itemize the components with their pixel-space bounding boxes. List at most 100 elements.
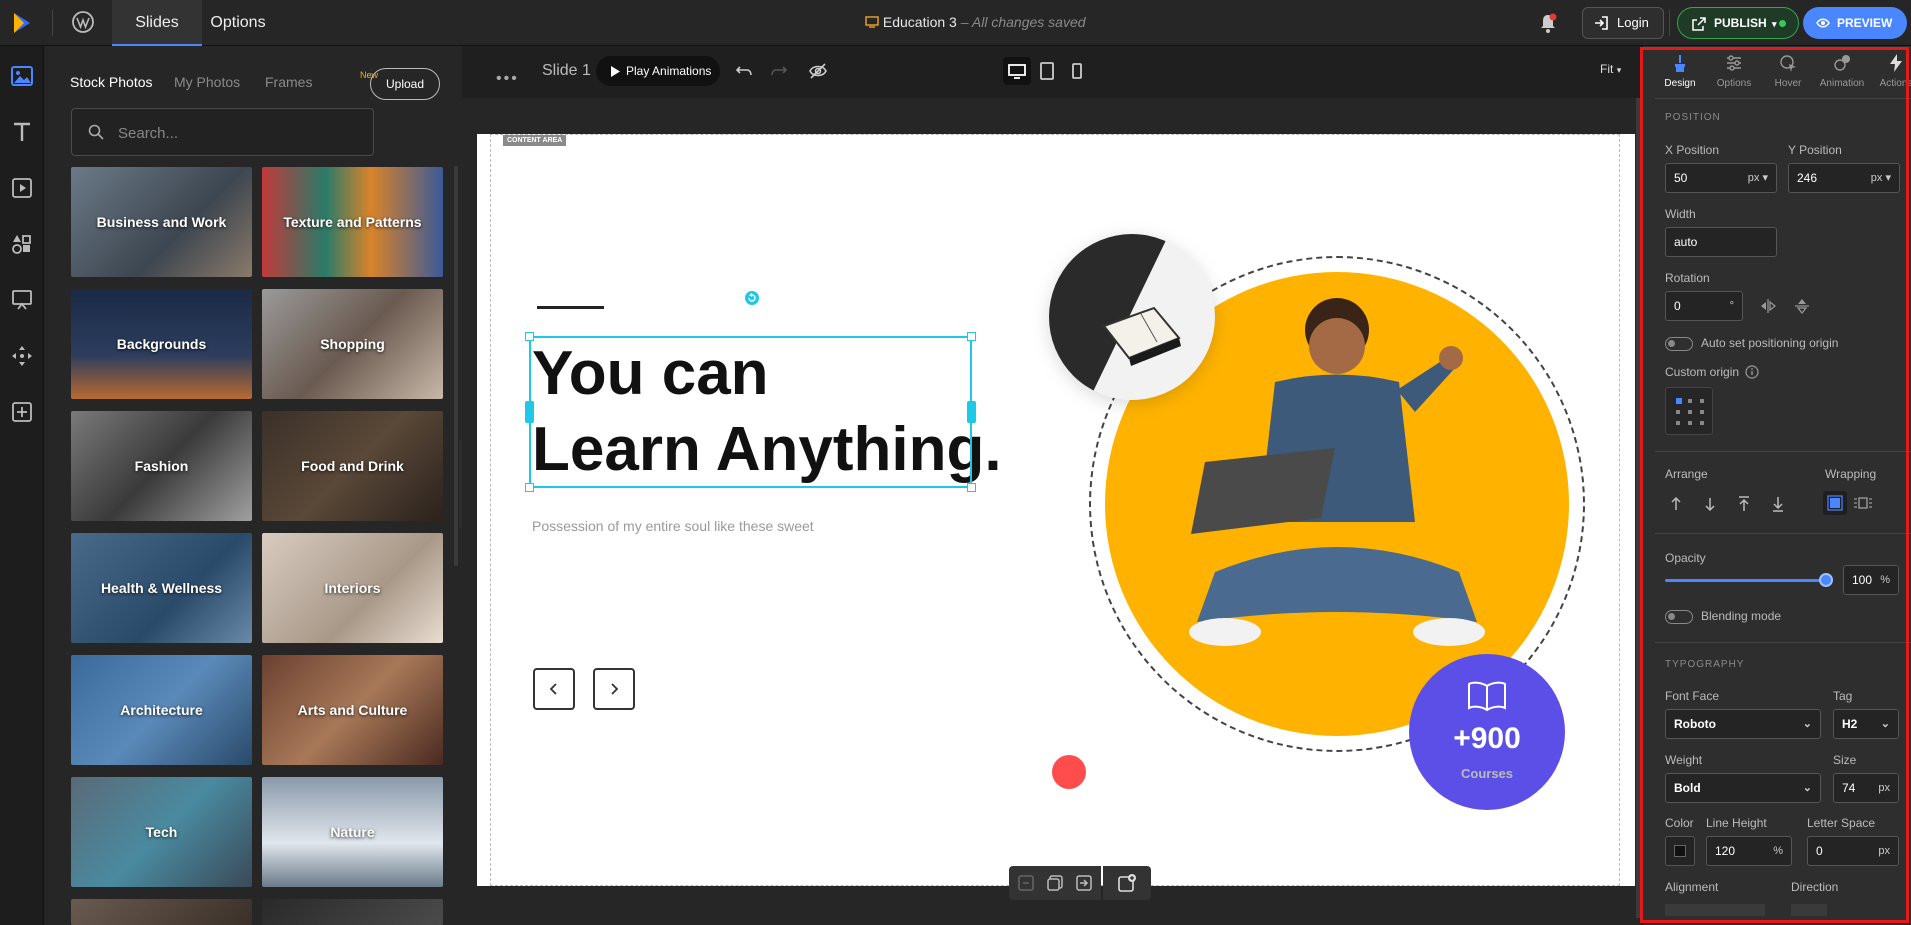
resize-handle[interactable] [967,401,976,423]
send-backward-icon[interactable] [1701,495,1719,513]
search-input[interactable] [118,121,358,145]
origin-point-selected[interactable] [1676,398,1682,404]
auto-origin-toggle[interactable] [1665,337,1693,351]
resize-handle[interactable] [525,483,534,492]
tab-actions[interactable]: Actions [1869,46,1911,98]
tab-my-photos[interactable]: My Photos [174,74,240,90]
category-tile[interactable]: Food and Drink [262,411,443,521]
play-animations-button[interactable]: Play Animations [596,56,720,86]
tab-animation[interactable]: Animation [1815,46,1869,98]
weight-select[interactable]: Bold ⌄ [1665,773,1821,803]
category-tile[interactable] [262,899,443,925]
text-icon[interactable] [10,120,34,144]
opacity-slider-handle[interactable] [1819,573,1833,587]
size-input[interactable]: 74 px [1833,773,1899,803]
tab-slides[interactable]: Slides [112,0,202,46]
move-icon[interactable] [10,344,34,368]
category-tile[interactable]: Tech [71,777,252,887]
x-unit-select[interactable]: px ▾ [1748,164,1768,192]
tag-select[interactable]: H2 ⌄ [1833,709,1899,739]
add-slide-before-icon[interactable] [1017,874,1035,892]
origin-point[interactable] [1676,410,1680,414]
resize-handle[interactable] [525,401,534,423]
red-dot-shape[interactable] [1052,755,1086,789]
preview-button[interactable]: PREVIEW [1803,7,1907,39]
category-tile[interactable]: Health & Wellness [71,533,252,643]
tab-frames[interactable]: Frames [265,74,312,90]
tablet-view-button[interactable] [1033,57,1061,85]
category-tile[interactable] [71,899,252,925]
slide-name[interactable]: Slide 1 [542,62,591,80]
send-to-back-icon[interactable] [1769,495,1787,513]
publish-button[interactable]: PUBLISH ▾ [1677,7,1799,39]
category-tile[interactable]: Shopping [262,289,443,399]
rotate-handle-icon[interactable] [744,290,760,306]
elements-icon[interactable] [10,232,34,256]
desktop-view-button[interactable] [1003,57,1031,85]
alignment-buttons[interactable] [1665,904,1765,916]
origin-point[interactable] [1688,421,1692,425]
origin-point[interactable] [1688,399,1692,403]
search-box[interactable] [71,108,374,156]
tab-hover[interactable]: Hover [1761,46,1815,98]
origin-point[interactable] [1700,410,1704,414]
upload-button[interactable]: Upload [370,68,440,100]
add-slide-button[interactable] [1103,866,1151,900]
y-position-input[interactable]: 246 px ▾ [1788,163,1900,193]
prev-arrow-button[interactable] [533,668,575,710]
blending-mode-toggle[interactable] [1665,610,1693,624]
undo-icon[interactable] [734,61,754,81]
info-icon[interactable] [1745,365,1759,379]
wrap-inline-button[interactable] [1823,491,1847,515]
category-tile[interactable]: Nature [262,777,443,887]
category-tile[interactable]: Texture and Patterns [262,167,443,277]
wrap-block-button[interactable] [1851,491,1875,515]
image-icon[interactable] [10,64,34,88]
flip-horizontal-icon[interactable] [1759,297,1777,315]
y-unit-select[interactable]: px ▾ [1871,164,1891,192]
app-logo[interactable] [8,9,36,37]
line-height-input[interactable]: 120% [1706,836,1792,866]
notification-bell-icon[interactable] [1538,12,1558,34]
category-tile[interactable]: Architecture [71,655,252,765]
direction-buttons[interactable] [1791,904,1827,916]
color-swatch[interactable] [1665,836,1695,866]
tab-options-panel[interactable]: Options [1707,46,1761,98]
subtitle-text[interactable]: Possession of my entire soul like these … [532,518,814,534]
flip-vertical-icon[interactable] [1793,297,1811,315]
tab-stock-photos[interactable]: Stock Photos [70,74,153,90]
panel-scrollbar[interactable] [454,166,458,566]
decorative-line[interactable] [537,306,604,309]
video-icon[interactable] [10,176,34,200]
hide-eye-icon[interactable] [808,61,828,81]
tab-design[interactable]: Design [1653,46,1707,98]
presentation-icon[interactable] [10,288,34,312]
redo-icon[interactable] [769,61,789,81]
category-tile[interactable]: Backgrounds [71,289,252,399]
opacity-input[interactable]: 100% [1843,565,1899,595]
rotation-input[interactable]: 0 ° [1665,291,1743,321]
width-input[interactable]: auto [1665,227,1777,257]
tab-options[interactable]: Options [202,0,274,46]
duplicate-slide-icon[interactable] [1046,874,1064,892]
login-button[interactable]: Login [1582,7,1664,39]
slide-canvas[interactable]: CONTENT AREA You can Learn Anything. Pos… [477,134,1635,886]
category-tile[interactable]: Fashion [71,411,252,521]
letter-space-input[interactable]: 0 px [1807,836,1899,866]
add-block-icon[interactable] [10,400,34,424]
courses-badge[interactable]: +900 Courses [1409,654,1565,810]
resize-handle[interactable] [525,332,534,341]
origin-point[interactable] [1676,421,1680,425]
resize-handle[interactable] [967,332,976,341]
document-title[interactable]: Education 3 – All changes saved [865,14,1086,30]
bring-to-front-icon[interactable] [1735,495,1753,513]
origin-point[interactable] [1700,421,1704,425]
more-menu-icon[interactable]: ••• [496,70,519,88]
origin-point[interactable] [1688,410,1692,414]
category-tile[interactable]: Business and Work [71,167,252,277]
x-position-input[interactable]: 50 px ▾ [1665,163,1777,193]
origin-point[interactable] [1700,399,1704,403]
mobile-view-button[interactable] [1063,57,1091,85]
resize-handle[interactable] [967,483,976,492]
opacity-slider[interactable] [1665,579,1823,582]
